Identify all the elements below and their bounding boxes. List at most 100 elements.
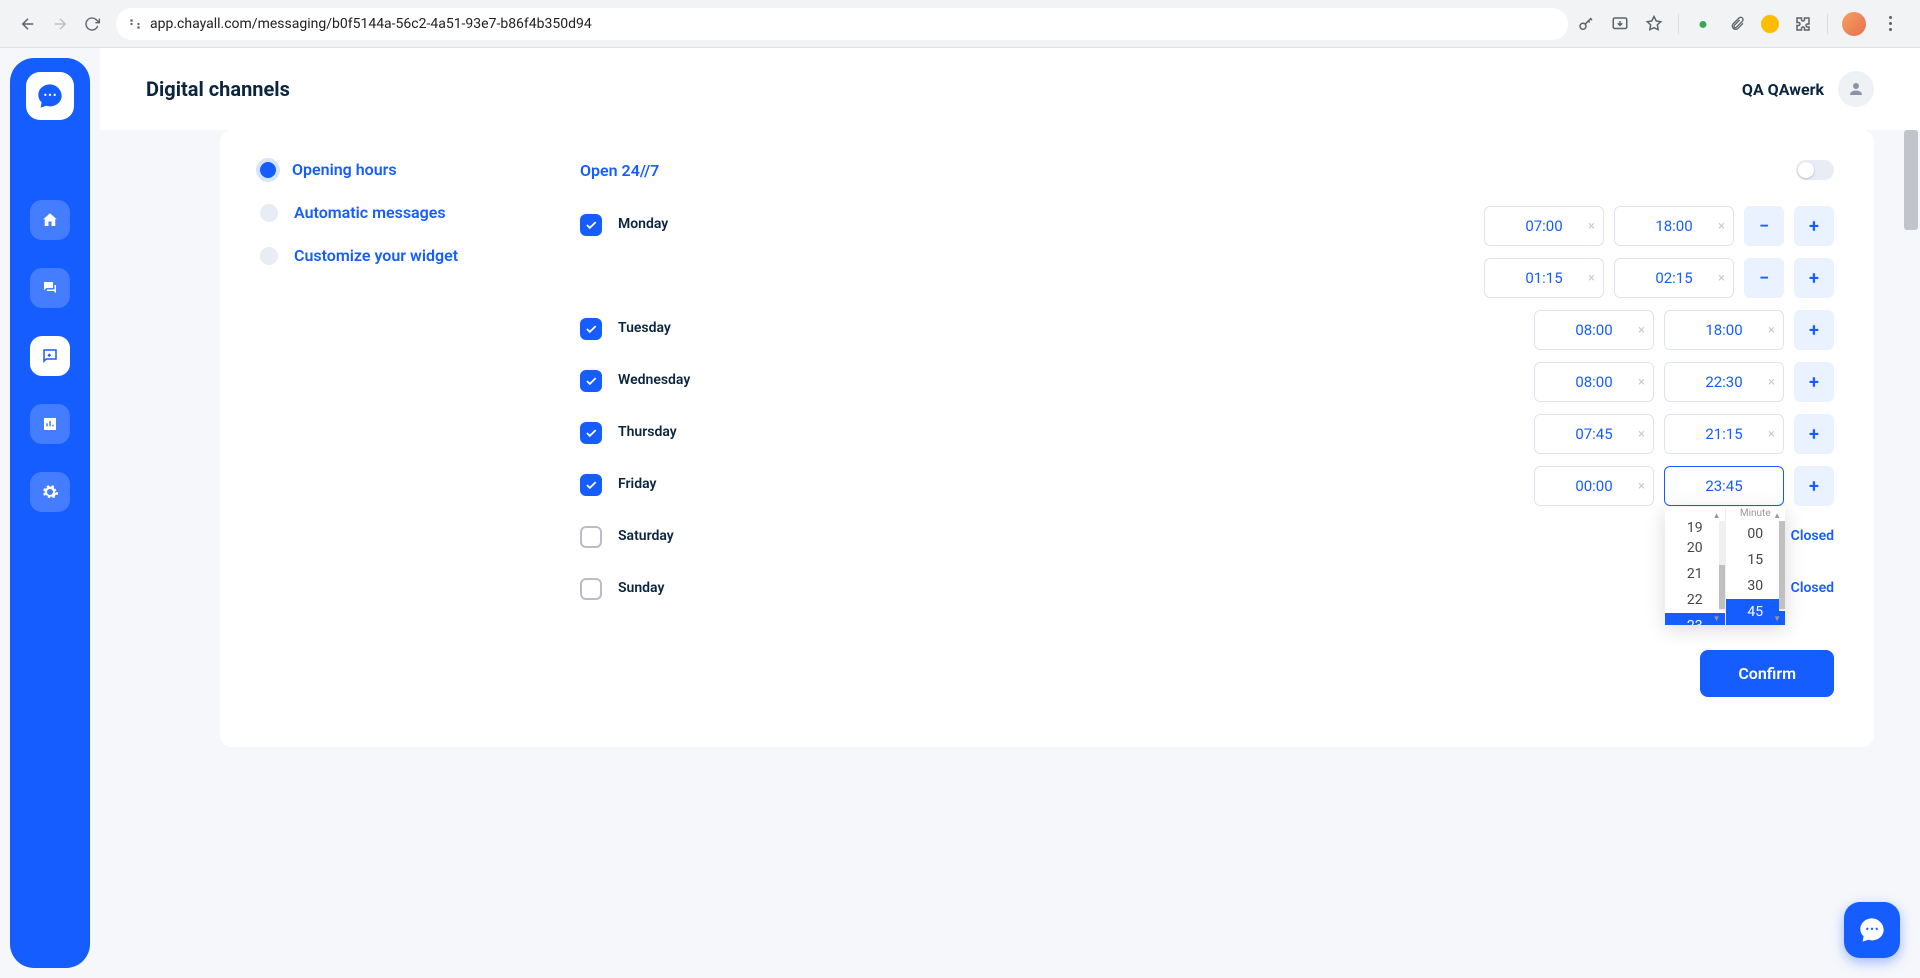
time-input-thursday-0-from[interactable]: 07:45×	[1534, 414, 1654, 454]
clear-icon[interactable]: ×	[1718, 271, 1725, 286]
open-247-label: Open 24//7	[580, 161, 659, 180]
key-icon[interactable]	[1576, 14, 1596, 34]
picker-scrollbar[interactable]	[1719, 521, 1725, 611]
day-row-thursday: Thursday 07:45× 21:15× +	[580, 414, 1834, 454]
step-opening-hours[interactable]: Opening hours	[260, 160, 520, 179]
picker-hour-item[interactable]: 22	[1665, 587, 1725, 613]
time-input-tuesday-0-to[interactable]: 18:00×	[1664, 310, 1784, 350]
clear-icon[interactable]: ×	[1588, 219, 1595, 234]
user-menu[interactable]: QA QAwerk	[1742, 71, 1874, 107]
day-checkbox-sunday[interactable]	[580, 578, 602, 600]
day-label: Thursday	[618, 424, 818, 440]
clear-icon[interactable]: ×	[1638, 323, 1645, 338]
clear-icon[interactable]: ×	[1768, 427, 1775, 442]
confirm-button[interactable]: Confirm	[1700, 650, 1834, 697]
time-input-tuesday-0-from[interactable]: 08:00×	[1534, 310, 1654, 350]
day-label: Saturday	[618, 528, 818, 544]
browser-url-bar[interactable]: app.chayall.com/messaging/b0f5144a-56c2-…	[116, 8, 1568, 40]
picker-hour-item[interactable]: 19	[1665, 521, 1725, 535]
ext-attach-icon[interactable]	[1727, 14, 1747, 34]
time-picker-dropdown: ▲ 19 20 21 22 23	[1665, 507, 1785, 625]
remove-slot-button[interactable]: −	[1744, 258, 1784, 298]
clear-icon[interactable]: ×	[1638, 427, 1645, 442]
day-label: Tuesday	[618, 320, 818, 336]
picker-minute-item[interactable]: 15	[1726, 547, 1786, 573]
add-slot-button[interactable]: +	[1794, 414, 1834, 454]
clear-icon[interactable]: ×	[1638, 479, 1645, 494]
clear-icon[interactable]: ×	[1718, 219, 1725, 234]
time-input-monday-0-to[interactable]: 18:00×	[1614, 206, 1734, 246]
clear-icon[interactable]: ×	[1768, 375, 1775, 390]
browser-back-button[interactable]	[12, 8, 44, 40]
time-input-monday-1-from[interactable]: 01:15×	[1484, 258, 1604, 298]
ext-green-icon[interactable]: ●	[1693, 14, 1713, 34]
picker-hour-item[interactable]: 21	[1665, 561, 1725, 587]
sidebar-item-settings[interactable]	[30, 472, 70, 512]
sidebar-item-home[interactable]	[30, 200, 70, 240]
sidebar-item-conversations[interactable]	[30, 268, 70, 308]
steps-nav: Opening hours Automatic messages Customi…	[260, 160, 520, 697]
day-checkbox-tuesday[interactable]	[580, 318, 602, 340]
picker-minute-item[interactable]: 00	[1726, 521, 1786, 547]
time-input-thursday-0-to[interactable]: 21:15×	[1664, 414, 1784, 454]
day-checkbox-monday[interactable]	[580, 214, 602, 236]
install-icon[interactable]	[1610, 14, 1630, 34]
url-text: app.chayall.com/messaging/b0f5144a-56c2-…	[150, 16, 592, 32]
bookmark-star-icon[interactable]	[1644, 14, 1664, 34]
app-logo[interactable]	[26, 72, 74, 120]
clear-icon[interactable]: ×	[1638, 375, 1645, 390]
picker-minute-item[interactable]: 30	[1726, 573, 1786, 599]
time-input-friday-0-from[interactable]: 00:00×	[1534, 466, 1654, 506]
scrollbar-thumb[interactable]	[1904, 130, 1918, 230]
day-checkbox-wednesday[interactable]	[580, 370, 602, 392]
time-input-monday-1-to[interactable]: 02:15×	[1614, 258, 1734, 298]
ext-round-icon[interactable]	[1761, 15, 1779, 33]
open-247-row: Open 24//7	[580, 160, 1834, 180]
step-dot-icon	[256, 158, 280, 182]
chat-widget-fab[interactable]	[1844, 902, 1900, 958]
sidebar-item-analytics[interactable]	[30, 404, 70, 444]
extensions-puzzle-icon[interactable]	[1793, 14, 1813, 34]
step-dot-icon	[260, 247, 278, 265]
day-label: Sunday	[618, 580, 818, 596]
step-automatic-messages[interactable]: Automatic messages	[260, 203, 520, 222]
browser-profile-avatar[interactable]	[1842, 12, 1866, 36]
day-row-tuesday: Tuesday 08:00× 18:00× +	[580, 310, 1834, 350]
browser-reload-button[interactable]	[76, 8, 108, 40]
browser-forward-button[interactable]	[44, 8, 76, 40]
time-input-monday-0-from[interactable]: 07:00×	[1484, 206, 1604, 246]
browser-menu-button[interactable]	[1880, 16, 1900, 31]
step-dot-icon	[260, 204, 278, 222]
settings-card: Opening hours Automatic messages Customi…	[220, 130, 1874, 747]
time-input-wednesday-0-from[interactable]: 08:00×	[1534, 362, 1654, 402]
day-checkbox-friday[interactable]	[580, 474, 602, 496]
add-slot-button[interactable]: +	[1794, 362, 1834, 402]
day-checkbox-thursday[interactable]	[580, 422, 602, 444]
chevron-down-icon[interactable]: ▼	[1713, 614, 1721, 623]
day-row-saturday: Saturday Closed	[580, 518, 1834, 558]
add-slot-button[interactable]: +	[1794, 258, 1834, 298]
add-slot-button[interactable]: +	[1794, 310, 1834, 350]
clear-icon[interactable]: ×	[1588, 271, 1595, 286]
sidebar-item-channels[interactable]	[30, 336, 70, 376]
toggle-knob	[1798, 162, 1814, 178]
add-slot-button[interactable]: +	[1794, 206, 1834, 246]
picker-scrollbar[interactable]	[1779, 521, 1785, 611]
picker-hour-item[interactable]: 20	[1665, 535, 1725, 561]
open-247-toggle[interactable]	[1796, 160, 1834, 180]
day-checkbox-saturday[interactable]	[580, 526, 602, 548]
page-scrollbar[interactable]	[1904, 130, 1918, 974]
day-label: Monday	[618, 216, 818, 232]
time-input-friday-0-to[interactable]: 23:45 ▲ 19	[1664, 466, 1784, 506]
clear-icon[interactable]: ×	[1768, 323, 1775, 338]
site-settings-icon[interactable]	[128, 17, 142, 31]
add-slot-button[interactable]: +	[1794, 466, 1834, 506]
closed-label: Closed	[1791, 528, 1834, 544]
day-label: Wednesday	[618, 372, 818, 388]
chevron-down-icon[interactable]: ▼	[1773, 614, 1781, 623]
step-label: Automatic messages	[294, 203, 446, 222]
remove-slot-button[interactable]: −	[1744, 206, 1784, 246]
step-customize-widget[interactable]: Customize your widget	[260, 246, 520, 265]
time-input-wednesday-0-to[interactable]: 22:30×	[1664, 362, 1784, 402]
day-label: Friday	[618, 476, 818, 492]
